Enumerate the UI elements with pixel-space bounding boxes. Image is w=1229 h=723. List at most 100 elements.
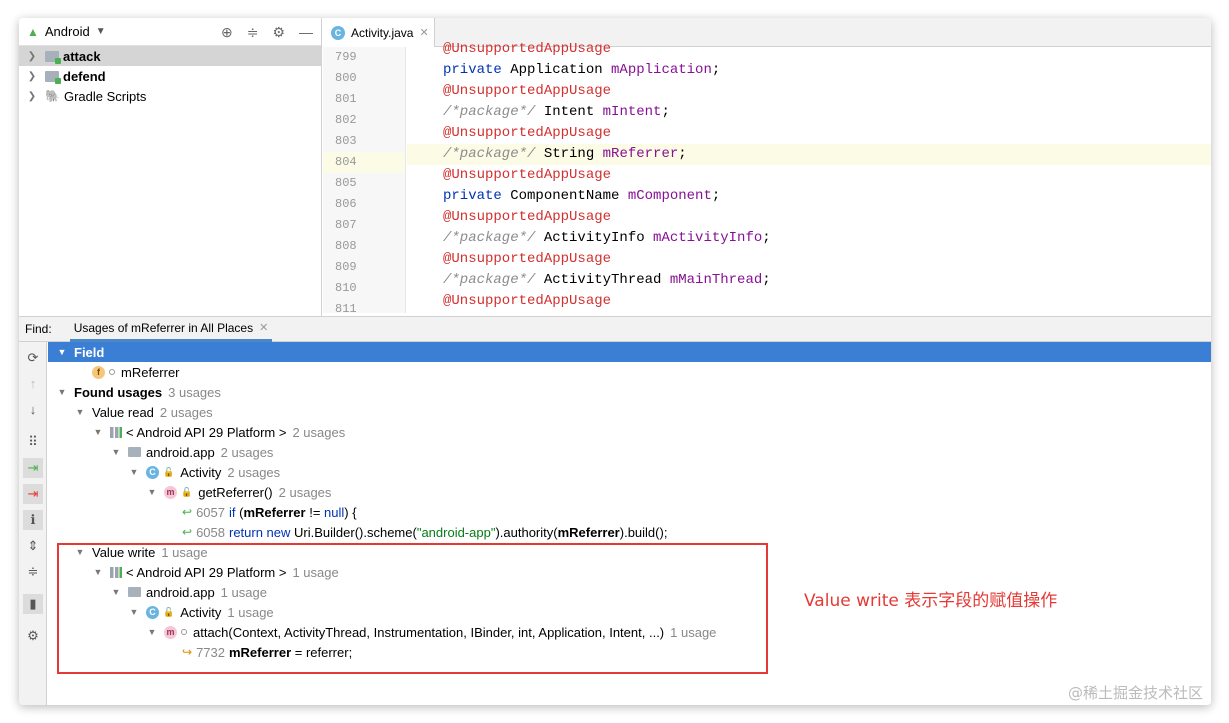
chevron-down-icon[interactable]: ▼: [56, 347, 68, 357]
punct-token: ;: [711, 188, 721, 204]
chevron-right-icon[interactable]: ❯: [25, 51, 39, 62]
code-token: !=: [305, 504, 325, 520]
chevron-down-icon[interactable]: ▼: [92, 427, 104, 437]
collapse-all-icon[interactable]: ≑: [23, 562, 43, 582]
tree-item-gradle-scripts[interactable]: ❯ 🐘 Gradle Scripts: [19, 86, 321, 106]
line-number: 799: [335, 50, 357, 64]
code-line[interactable]: @UnsupportedAppUsage: [407, 39, 1211, 60]
node-label: < Android API 29 Platform >: [126, 424, 287, 440]
write-access-icon[interactable]: ⇥: [23, 484, 43, 504]
line-number: 6057: [196, 504, 225, 520]
code-line[interactable]: /*package*/ Intent mIntent;: [407, 102, 1211, 123]
chevron-down-icon[interactable]: ▼: [74, 407, 86, 417]
chevron-right-icon[interactable]: ❯: [25, 71, 39, 82]
field-icon: f: [92, 365, 105, 379]
library-icon: [110, 426, 122, 438]
project-panel: ▲ Android ▼ ⊕ ≑ ⚙ — ❯ attack ❯ defend ❯ …: [19, 18, 322, 318]
node-label: getReferrer(): [198, 484, 273, 500]
code-line[interactable]: @UnsupportedAppUsage: [407, 291, 1211, 312]
punct-token: ;: [661, 104, 670, 120]
punct-token: ;: [762, 230, 771, 246]
annotation-text: Value write 表示字段的赋值操作: [804, 591, 1058, 611]
tree-item-label: Gradle Scripts: [63, 88, 147, 104]
code-line[interactable]: private ComponentName mComponent;: [407, 186, 1211, 207]
chevron-down-icon[interactable]: ▼: [56, 387, 68, 397]
close-icon[interactable]: ✕: [419, 26, 428, 39]
tree-node-usage[interactable]: ↩ 6057 if ( mReferrer != null ) {: [48, 502, 1211, 522]
close-icon[interactable]: ✕: [259, 321, 268, 334]
chevron-down-icon[interactable]: ▼: [96, 26, 106, 37]
field-token: mIntent: [602, 104, 662, 120]
chevron-down-icon[interactable]: ▼: [110, 447, 122, 457]
punct-token: ;: [711, 62, 721, 78]
tree-node-package[interactable]: ▼ android.app 2 usages: [48, 442, 1211, 462]
line-number: 802: [335, 113, 357, 127]
tree-node-method-read[interactable]: ▼ m 🔓 getReferrer() 2 usages: [48, 482, 1211, 502]
project-toolbar: ⊕ ≑ ⚙ —: [221, 18, 313, 46]
string-token: "android-app": [416, 524, 496, 540]
info-icon[interactable]: ℹ: [23, 510, 43, 530]
gradle-icon: 🐘: [45, 89, 60, 103]
expand-all-icon[interactable]: ⇕: [23, 536, 43, 556]
module-folder-icon: [45, 70, 61, 84]
public-icon: 🔓: [163, 466, 175, 477]
node-label: android.app: [146, 444, 215, 460]
gear-icon[interactable]: ⚙: [272, 24, 285, 41]
code-line[interactable]: /*package*/ ActivityThread mMainThread;: [407, 270, 1211, 291]
chevron-down-icon[interactable]: ▼: [146, 487, 158, 497]
tree-node-found-usages[interactable]: ▼ Found usages 3 usages: [48, 382, 1211, 402]
code-editor[interactable]: @UnsupportedAppUsage private Application…: [407, 41, 1211, 313]
usage-count: 2 usages: [227, 464, 281, 480]
public-icon: 🔓: [181, 486, 193, 497]
code-line[interactable]: @UnsupportedAppUsage: [407, 249, 1211, 270]
type-token: String: [535, 146, 603, 162]
tree-node-field[interactable]: ▼ Field: [48, 342, 1211, 362]
method-icon: m: [164, 485, 177, 499]
class-icon: C: [146, 465, 159, 479]
chevron-right-icon[interactable]: ❯: [25, 91, 39, 102]
field-token: mComponent: [627, 188, 712, 204]
gear-icon[interactable]: ⚙: [23, 626, 43, 646]
usage-count: 2 usages: [159, 404, 213, 420]
comment-token: /*package*/: [443, 272, 536, 288]
tree-item-defend[interactable]: ❯ defend: [19, 66, 321, 86]
collapse-all-icon[interactable]: ≑: [247, 24, 259, 41]
comment-token: /*package*/: [443, 104, 536, 120]
tree-node-value-read[interactable]: ▼ Value read 2 usages: [48, 402, 1211, 422]
rerun-icon[interactable]: ⟳: [23, 348, 43, 368]
line-number: 803: [335, 134, 357, 148]
code-line[interactable]: /*package*/ ActivityInfo mActivityInfo;: [407, 228, 1211, 249]
tree-item-attack[interactable]: ❯ attack: [19, 46, 321, 66]
group-icon[interactable]: ⠿: [23, 432, 43, 452]
annotation-token: @UnsupportedAppUsage: [443, 125, 612, 141]
type-token: ComponentName: [501, 188, 628, 204]
line-number: 800: [335, 71, 357, 85]
project-view-selector[interactable]: Android: [45, 24, 90, 39]
type-token: ActivityThread: [535, 272, 670, 288]
project-panel-header[interactable]: ▲ Android ▼ ⊕ ≑ ⚙ —: [19, 18, 321, 46]
tree-node-field-name[interactable]: f mReferrer: [48, 362, 1211, 382]
tab-usages[interactable]: Usages of mReferrer in All Places ✕: [69, 317, 273, 342]
hide-icon[interactable]: —: [299, 24, 313, 40]
annotation-token: @UnsupportedAppUsage: [443, 83, 612, 99]
code-line[interactable]: @UnsupportedAppUsage: [407, 207, 1211, 228]
arrow-down-icon[interactable]: ↓: [23, 400, 43, 420]
tree-node-usage[interactable]: ↩ 6058 return new Uri.Builder().scheme( …: [48, 522, 1211, 542]
locate-icon[interactable]: ⊕: [221, 24, 233, 41]
code-line[interactable]: @UnsupportedAppUsage: [407, 165, 1211, 186]
tree-node-class[interactable]: ▼ C 🔓 Activity 2 usages: [48, 462, 1211, 482]
tree-node-platform[interactable]: ▼ < Android API 29 Platform > 2 usages: [48, 422, 1211, 442]
package-icon: [128, 447, 141, 457]
preview-icon[interactable]: ▮: [23, 594, 43, 614]
line-number: 809: [335, 260, 357, 274]
type-token: ActivityInfo: [535, 230, 654, 246]
code-line[interactable]: private Application mApplication;: [407, 60, 1211, 81]
code-line[interactable]: @UnsupportedAppUsage: [407, 123, 1211, 144]
read-access-icon[interactable]: ⇥: [23, 458, 43, 478]
code-line-current[interactable]: /*package*/ String mReferrer;: [407, 144, 1211, 165]
code-line[interactable]: @UnsupportedAppUsage: [407, 81, 1211, 102]
chevron-down-icon[interactable]: ▼: [128, 467, 140, 477]
code-token: Uri.Builder().scheme(: [290, 524, 417, 540]
find-label: Find:: [25, 322, 52, 336]
arrow-up-icon[interactable]: ↑: [23, 374, 43, 394]
